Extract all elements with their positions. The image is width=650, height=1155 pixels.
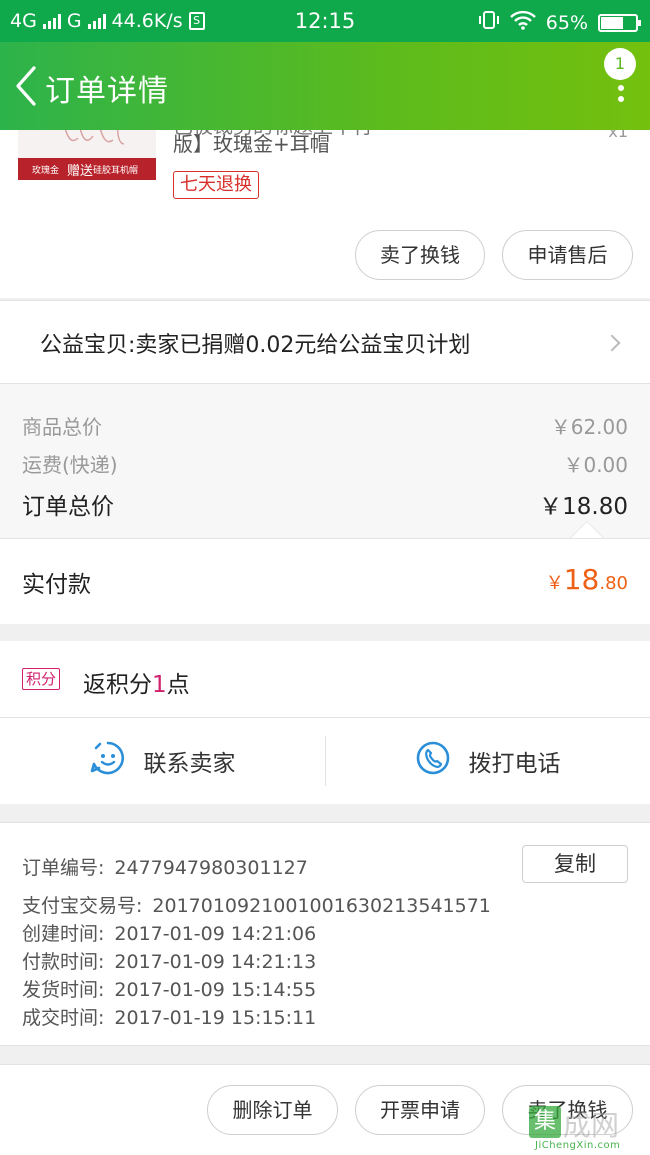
points-tag: 积分 — [22, 668, 61, 690]
after-sale-button[interactable]: 申请售后 — [502, 230, 633, 280]
paid-time-value: 2017-01-09 14:21:13 — [114, 951, 317, 973]
invoice-request-button[interactable]: 开票申请 — [355, 1085, 485, 1135]
shipping-row: 运费(快递) ￥0.00 — [22, 449, 628, 478]
goods-total-value: ￥62.00 — [550, 415, 628, 439]
more-menu-icon[interactable] — [616, 74, 626, 110]
actual-payment-integer: 18 — [563, 563, 600, 596]
points-prefix: 返积分 — [83, 672, 152, 698]
goods-total-label: 商品总价 — [22, 415, 102, 439]
shipped-time-value: 2017-01-09 15:14:55 — [114, 979, 317, 1001]
battery-percent: 65% — [545, 11, 588, 34]
watermark-url: JiChengXin.com — [535, 1140, 621, 1151]
actual-payment-decimal: .80 — [599, 573, 628, 594]
watermark-name: 成网 — [563, 1109, 620, 1142]
seven-day-return-tag: 七天退换 — [173, 171, 259, 199]
done-time-value: 2017-01-19 15:15:11 — [114, 1007, 317, 1029]
points-text: 返积分1点 — [83, 665, 190, 699]
alipay-trade-row: 支付宝交易号: 20170109210010016302135415​71 — [22, 891, 491, 918]
created-time-row: 创建时间: 2017-01-09 14:21:06 — [22, 919, 316, 946]
thumbnail-label-item: 硅胶耳机帽 — [93, 165, 139, 176]
call-label: 拨打电话 — [468, 751, 561, 777]
alipay-trade-value: 20170109210010016302135415​71 — [152, 895, 491, 917]
product-thumbnail[interactable]: 玫瑰金 赠送 硅胶耳机帽 — [18, 128, 156, 180]
actual-payment-row: 实付款 ￥18.80 — [0, 538, 650, 624]
shipping-label: 运费(快递) — [22, 453, 118, 477]
shipped-time-row: 发货时间: 2017-01-09 15:14:55 — [22, 975, 316, 1002]
thumbnail-label-color: 玫瑰金 — [32, 165, 60, 176]
chat-face-icon — [90, 740, 126, 782]
call-button[interactable]: 拨打电话 — [325, 718, 650, 804]
battery-icon — [598, 13, 641, 32]
copy-button[interactable]: 复制 — [522, 845, 628, 883]
vibrate-icon — [478, 9, 500, 36]
created-time-value: 2017-01-09 14:21:06 — [114, 923, 317, 945]
actual-payment-label: 实付款 — [22, 572, 91, 598]
charity-row[interactable]: 公益宝贝:卖家已捐赠0.02元给公益宝贝计划 — [0, 300, 650, 384]
phone-icon — [415, 740, 451, 782]
contact-bar: 联系卖家 拨打电话 — [0, 718, 650, 804]
order-number-value: 2477947980301127 — [114, 857, 308, 879]
alipay-trade-label: 支付宝交易号: — [22, 895, 143, 917]
pointer-caret — [570, 521, 604, 538]
back-arrow-icon[interactable] — [12, 64, 42, 108]
delete-order-button[interactable]: 删除订单 — [207, 1085, 338, 1135]
product-name[interactable]: 已被裁剪的标题上半行 版】玫瑰金+耳帽 — [173, 128, 593, 158]
watermark-logo-box: 集 — [529, 1106, 561, 1138]
app-header: 订单详情 1 — [0, 42, 650, 130]
product-card[interactable]: 玫瑰金 赠送 硅胶耳机帽 已被裁剪的标题上半行 版】玫瑰金+耳帽 x1 七天退换… — [0, 128, 650, 298]
chevron-right-icon — [603, 334, 621, 352]
paid-time-label: 付款时间: — [22, 951, 105, 973]
points-suffix: 点 — [166, 672, 190, 698]
status-right: 65% — [478, 9, 641, 36]
sell-for-cash-button[interactable]: 卖了换钱 — [355, 230, 485, 280]
order-total-value: ￥18.80 — [539, 494, 628, 520]
order-total-row: 订单总价 ￥18.80 — [22, 487, 628, 521]
price-summary: 商品总价 ￥62.00 运费(快递) ￥0.00 订单总价 ￥18.80 — [0, 384, 650, 540]
points-row: 积分 返积分1点 — [0, 641, 650, 718]
created-time-label: 创建时间: — [22, 923, 105, 945]
contact-seller-button[interactable]: 联系卖家 — [0, 718, 325, 804]
paid-time-row: 付款时间: 2017-01-09 14:21:13 — [22, 947, 316, 974]
order-info: 订单编号: 2477947980301127 复制 支付宝交易号: 20170109… — [0, 822, 650, 1046]
status-bar: 4G G 44.6K/s S 12:15 65% — [0, 0, 650, 42]
wifi-icon — [509, 10, 536, 35]
charity-text: 公益宝贝:卖家已捐赠0.02元给公益宝贝计划 — [40, 333, 471, 358]
order-number-row: 订单编号: 2477947980301127 — [22, 853, 308, 880]
order-total-label: 订单总价 — [22, 494, 114, 520]
site-watermark: 集 成网 JiChengXin.com — [529, 1104, 644, 1152]
earphone-image-icon — [64, 128, 125, 145]
order-number-label: 订单编号: — [22, 857, 105, 879]
thumbnail-label-gift: 赠送 — [67, 163, 94, 179]
shipped-time-label: 发货时间: — [22, 979, 105, 1001]
shipping-value: ￥0.00 — [563, 453, 628, 477]
thumbnail-banner: 玫瑰金 赠送 硅胶耳机帽 — [18, 158, 156, 180]
currency-symbol: ￥ — [545, 573, 564, 594]
contact-seller-label: 联系卖家 — [143, 751, 236, 777]
points-number: 1 — [152, 672, 167, 698]
page-title: 订单详情 — [45, 74, 169, 109]
actual-payment-value: ￥18.80 — [546, 563, 628, 596]
done-time-row: 成交时间: 2017-01-19 15:15:11 — [22, 1003, 316, 1030]
done-time-label: 成交时间: — [22, 1007, 105, 1029]
goods-total-row: 商品总价 ￥62.00 — [22, 411, 628, 440]
battery-fill — [601, 16, 624, 29]
